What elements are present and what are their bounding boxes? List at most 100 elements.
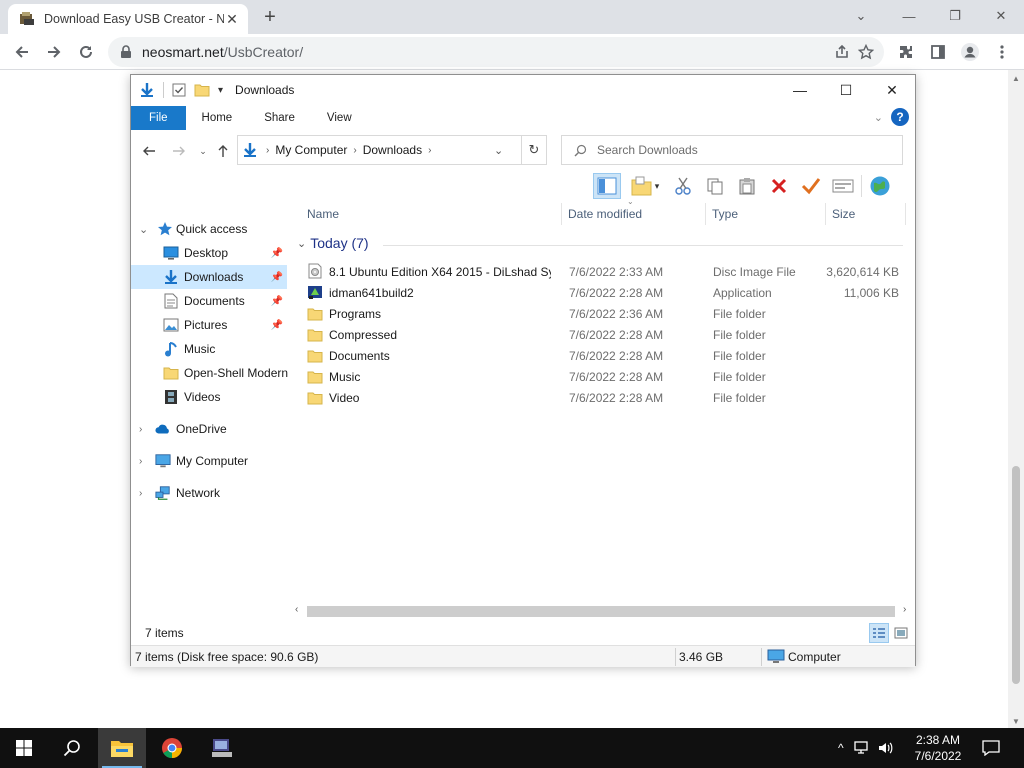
tab-close-icon[interactable]: ✕ bbox=[224, 11, 240, 27]
sidebar-item-videos[interactable]: Videos bbox=[131, 385, 287, 409]
file-row[interactable]: Programs 7/6/2022 2:36 AM File folder bbox=[307, 303, 907, 324]
back-arrow-icon[interactable] bbox=[8, 38, 36, 66]
taskbar-usb-creator[interactable] bbox=[198, 728, 246, 768]
menu-kebab-icon[interactable] bbox=[988, 38, 1016, 66]
column-header-name[interactable]: Name bbox=[307, 203, 561, 225]
extensions-icon[interactable] bbox=[892, 38, 920, 66]
close-button[interactable]: ✕ bbox=[978, 0, 1024, 32]
nav-up-icon[interactable] bbox=[213, 141, 233, 161]
volume-icon[interactable] bbox=[878, 741, 894, 755]
rename-check-button[interactable] bbox=[797, 173, 825, 199]
cut-button[interactable] bbox=[669, 173, 697, 199]
sidebar-item-desktop[interactable]: Desktop 📌 bbox=[131, 241, 287, 265]
file-row[interactable]: Documents 7/6/2022 2:28 AM File folder bbox=[307, 345, 907, 366]
restore-button[interactable]: ❐ bbox=[932, 0, 978, 32]
scroll-right-icon[interactable]: › bbox=[903, 604, 906, 615]
taskbar-clock[interactable]: 2:38 AM 7/6/2022 bbox=[896, 732, 980, 764]
sidebar-item-downloads[interactable]: Downloads 📌 bbox=[131, 265, 287, 289]
sidebar-item-my-computer[interactable]: › My Computer bbox=[131, 449, 287, 473]
page-scrollbar[interactable]: ▲ ▼ bbox=[1008, 70, 1024, 728]
properties-button[interactable] bbox=[829, 173, 857, 199]
taskbar-file-explorer[interactable] bbox=[98, 728, 146, 768]
recent-locations-icon[interactable]: ⌄ bbox=[193, 141, 213, 161]
column-divider[interactable] bbox=[825, 203, 826, 225]
group-collapse-chevron-icon[interactable]: ⌄ bbox=[297, 237, 306, 250]
file-row[interactable]: 8.1 Ubuntu Edition X64 2015 - DiLshad Sy… bbox=[307, 261, 907, 282]
help-icon[interactable]: ? bbox=[891, 108, 909, 126]
chevron-down-icon[interactable]: ⌄ bbox=[838, 0, 884, 32]
navigation-pane-button[interactable] bbox=[593, 173, 621, 199]
properties-check-icon[interactable] bbox=[172, 83, 186, 97]
column-divider[interactable] bbox=[561, 203, 562, 225]
column-divider[interactable] bbox=[705, 203, 706, 225]
expand-ribbon-icon[interactable]: ⌄ bbox=[874, 111, 883, 124]
sidebar-item-documents[interactable]: Documents 📌 bbox=[131, 289, 287, 313]
explorer-minimize-button[interactable]: — bbox=[777, 75, 823, 105]
scroll-up-icon[interactable]: ▲ bbox=[1012, 74, 1020, 83]
nav-back-icon[interactable] bbox=[139, 141, 159, 161]
tab-file[interactable]: File bbox=[131, 106, 186, 130]
new-folder-icon[interactable] bbox=[194, 83, 210, 97]
explorer-maximize-button[interactable]: ☐ bbox=[823, 75, 869, 105]
refresh-button[interactable]: ↻ bbox=[521, 135, 547, 165]
horizontal-scrollbar[interactable]: ‹ › bbox=[291, 603, 915, 619]
file-row[interactable]: Compressed 7/6/2022 2:28 AM File folder bbox=[307, 324, 907, 345]
new-item-button[interactable]: ▾ bbox=[625, 173, 665, 199]
pin-icon[interactable]: 📌 bbox=[271, 296, 283, 307]
sidebar-item-onedrive[interactable]: › OneDrive bbox=[131, 417, 287, 441]
nav-forward-icon[interactable] bbox=[169, 141, 189, 161]
notification-center-button[interactable] bbox=[982, 728, 1000, 768]
search-input[interactable]: Search Downloads bbox=[561, 135, 903, 165]
sidebar-item-network[interactable]: › Network bbox=[131, 481, 287, 505]
globe-icon[interactable] bbox=[866, 173, 894, 199]
pin-icon[interactable]: 📌 bbox=[271, 320, 283, 331]
browser-tab[interactable]: Download Easy USB Creator - Ne ✕ bbox=[8, 4, 248, 34]
breadcrumb-downloads[interactable]: Downloads bbox=[363, 143, 422, 157]
forward-arrow-icon[interactable] bbox=[40, 38, 68, 66]
sidebar-item-pictures[interactable]: Pictures 📌 bbox=[131, 313, 287, 337]
breadcrumb-separator-icon[interactable]: › bbox=[353, 145, 356, 156]
scroll-thumb[interactable] bbox=[307, 606, 895, 617]
sidebar-item-open-shell-modern[interactable]: Open-Shell Modern bbox=[131, 361, 288, 385]
file-row[interactable]: Music 7/6/2022 2:28 AM File folder bbox=[307, 366, 907, 387]
address-breadcrumb[interactable]: › My Computer › Downloads › ⌄ bbox=[237, 135, 547, 165]
scroll-down-icon[interactable]: ▼ bbox=[1012, 717, 1020, 726]
file-row[interactable]: idman641build2 7/6/2022 2:28 AM Applicat… bbox=[307, 282, 907, 303]
collapsed-chevron-icon[interactable]: › bbox=[139, 488, 142, 499]
address-bar[interactable]: neosmart.net/UsbCreator/ bbox=[108, 37, 884, 67]
tab-home[interactable]: Home bbox=[186, 106, 249, 130]
taskbar-chrome[interactable] bbox=[148, 728, 196, 768]
side-panel-icon[interactable] bbox=[924, 38, 952, 66]
breadcrumb-separator-icon[interactable]: › bbox=[428, 145, 431, 156]
qat-dropdown-icon[interactable]: ▾ bbox=[218, 85, 223, 96]
network-tray-icon[interactable] bbox=[853, 741, 870, 755]
sidebar-item-quick-access[interactable]: ⌄ Quick access bbox=[131, 217, 287, 241]
expanded-chevron-icon[interactable]: ⌄ bbox=[139, 223, 148, 236]
collapsed-chevron-icon[interactable]: › bbox=[139, 424, 142, 435]
tab-share[interactable]: Share bbox=[248, 106, 311, 130]
minimize-button[interactable]: — bbox=[886, 0, 932, 32]
show-hidden-icons-chevron-icon[interactable]: ^ bbox=[838, 741, 844, 755]
details-view-icon[interactable] bbox=[869, 623, 889, 643]
breadcrumb-separator-icon[interactable]: › bbox=[266, 145, 269, 156]
bookmark-star-icon[interactable] bbox=[852, 38, 880, 66]
explorer-close-button[interactable]: ✕ bbox=[869, 75, 915, 105]
column-header-type[interactable]: Type bbox=[712, 203, 830, 225]
delete-button[interactable] bbox=[765, 173, 793, 199]
profile-avatar-icon[interactable] bbox=[956, 38, 984, 66]
pin-icon[interactable]: 📌 bbox=[271, 248, 283, 259]
start-button[interactable] bbox=[0, 728, 48, 768]
scroll-left-icon[interactable]: ‹ bbox=[295, 604, 298, 615]
scroll-thumb[interactable] bbox=[1012, 466, 1020, 684]
paste-button[interactable] bbox=[733, 173, 761, 199]
group-header-today[interactable]: ⌄ Today (7) bbox=[297, 235, 369, 251]
column-header-size[interactable]: Size bbox=[832, 203, 902, 225]
search-button[interactable] bbox=[48, 728, 96, 768]
reload-icon[interactable] bbox=[72, 38, 100, 66]
new-tab-button[interactable]: + bbox=[258, 5, 282, 29]
collapsed-chevron-icon[interactable]: › bbox=[139, 456, 142, 467]
sidebar-item-music[interactable]: Music bbox=[131, 337, 287, 361]
tab-view[interactable]: View bbox=[311, 106, 368, 130]
breadcrumb-my-computer[interactable]: My Computer bbox=[275, 143, 347, 157]
column-header-date-modified[interactable]: Date modified bbox=[568, 203, 706, 225]
